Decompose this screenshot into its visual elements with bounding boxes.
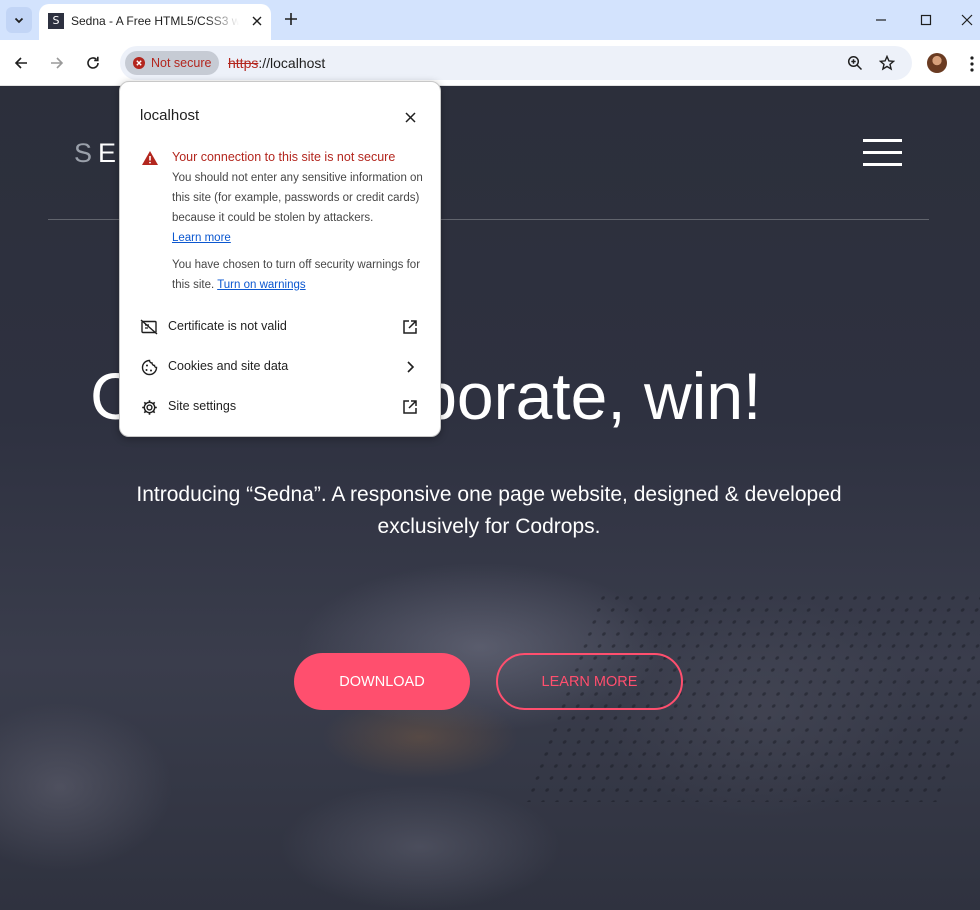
cookies-label: Cookies and site data xyxy=(168,359,289,373)
more-vert-icon xyxy=(970,56,974,72)
url-scheme: https xyxy=(228,55,259,71)
site-logo[interactable]: SE xyxy=(74,138,122,169)
bookmark-button[interactable] xyxy=(877,53,897,73)
arrow-left-icon xyxy=(14,57,27,69)
arrow-right-icon xyxy=(51,57,64,69)
security-warnings-note: You have chosen to turn off security war… xyxy=(172,259,421,291)
certificate-label: Certificate is not valid xyxy=(168,319,287,333)
reload-icon xyxy=(87,56,99,69)
window-close-button[interactable] xyxy=(955,8,979,32)
close-icon xyxy=(252,16,262,26)
star-icon xyxy=(879,55,895,71)
site-info-popup: localhost Your connection to this site i… xyxy=(119,81,441,437)
warning-icon xyxy=(142,151,158,165)
error-circle-icon xyxy=(133,57,145,69)
cookie-icon xyxy=(140,358,158,376)
certificate-row[interactable]: Certificate is not valid xyxy=(120,307,440,347)
zoom-button[interactable] xyxy=(845,53,865,73)
url-host: ://localhost xyxy=(258,55,326,71)
address-bar[interactable]: Not secure https://localhost xyxy=(120,46,912,80)
warning-body: You should not enter any sensitive infor… xyxy=(172,172,423,244)
learn-more-button[interactable]: LEARN MORE xyxy=(496,653,683,710)
certificate-icon xyxy=(140,318,158,336)
security-chip[interactable]: Not secure xyxy=(125,51,219,75)
tab-search-button[interactable] xyxy=(6,7,32,33)
external-link-icon xyxy=(401,398,419,416)
popup-close-button[interactable] xyxy=(400,107,420,127)
profile-avatar[interactable] xyxy=(927,53,947,73)
plus-icon xyxy=(285,13,297,25)
popup-title: localhost xyxy=(140,107,200,124)
download-button[interactable]: DOWNLOAD xyxy=(294,653,470,710)
cookies-row[interactable]: Cookies and site data xyxy=(120,347,440,387)
hero-subtitle: Introducing “Sedna”. A responsive one pa… xyxy=(136,483,842,538)
chevron-down-icon xyxy=(14,17,24,24)
browser-tab[interactable]: S Sedna - A Free HTML5/CSS3 website xyxy=(39,4,271,40)
reload-button[interactable] xyxy=(81,51,105,75)
site-settings-label: Site settings xyxy=(168,399,237,413)
forward-button[interactable] xyxy=(45,51,69,75)
close-icon xyxy=(961,14,973,26)
tab-strip: S Sedna - A Free HTML5/CSS3 website xyxy=(0,0,980,40)
tab-title: Sedna - A Free HTML5/CSS3 website xyxy=(71,14,239,28)
browser-menu-button[interactable] xyxy=(962,52,980,76)
chevron-right-icon xyxy=(401,358,419,376)
zoom-icon xyxy=(847,55,863,71)
security-chip-label: Not secure xyxy=(151,56,212,70)
maximize-icon xyxy=(920,14,932,26)
close-icon xyxy=(404,111,416,123)
external-link-icon xyxy=(401,318,419,336)
minimize-icon xyxy=(876,19,886,21)
gear-icon xyxy=(140,398,158,416)
new-tab-button[interactable] xyxy=(281,9,301,29)
hamburger-menu-button[interactable] xyxy=(863,139,902,167)
tab-close-button[interactable] xyxy=(248,12,266,30)
warning-heading: Your connection to this site is not secu… xyxy=(172,150,396,164)
learn-more-link[interactable]: Learn more xyxy=(172,232,231,244)
url-text[interactable]: https://localhost xyxy=(228,55,325,71)
site-settings-row[interactable]: Site settings xyxy=(120,387,440,427)
tab-favicon: S xyxy=(48,13,64,29)
browser-toolbar: Not secure https://localhost xyxy=(0,40,980,86)
turn-on-warnings-link[interactable]: Turn on warnings xyxy=(217,279,305,291)
back-button[interactable] xyxy=(9,51,33,75)
minimize-button[interactable] xyxy=(869,8,893,32)
maximize-button[interactable] xyxy=(914,8,938,32)
